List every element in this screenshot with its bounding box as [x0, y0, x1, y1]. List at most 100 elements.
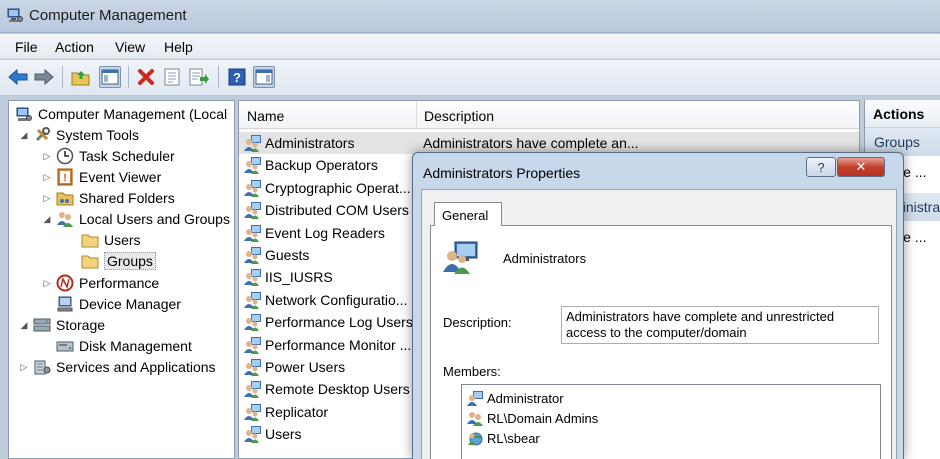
domain-user-icon	[468, 432, 483, 446]
event-viewer-icon: !	[56, 168, 74, 186]
tree-task-scheduler[interactable]: ▷ Task Scheduler	[42, 146, 175, 166]
group-icon	[244, 359, 261, 376]
group-name: Event Log Readers	[265, 224, 385, 241]
group-icon	[244, 426, 261, 444]
group-name: Administrators	[503, 251, 587, 266]
group-icon	[244, 247, 261, 264]
group-name: Distributed COM Users	[265, 202, 409, 219]
description-field[interactable]: Administrators have complete and unrestr…	[561, 306, 879, 344]
collapse-arrow-icon[interactable]: ◢	[19, 130, 29, 141]
group-icon	[244, 314, 261, 332]
folder-icon	[81, 252, 99, 270]
member-item[interactable]: RL\Domain Admins	[467, 409, 598, 427]
tree-users[interactable]: Users	[81, 230, 141, 250]
group-icon	[244, 157, 261, 175]
device-manager-icon	[56, 295, 74, 313]
group-name: Network Configuratio...	[265, 291, 408, 308]
collapse-arrow-icon[interactable]: ◢	[42, 214, 52, 225]
expand-arrow-icon[interactable]: ▷	[42, 151, 52, 162]
tree-storage[interactable]: ◢ Storage	[19, 315, 106, 335]
tree-local-users-groups[interactable]: ◢ Local Users and Groups	[42, 209, 230, 229]
group-users-icon	[467, 412, 483, 426]
properties-icon[interactable]	[161, 66, 183, 88]
users-icon	[56, 210, 74, 228]
collapse-arrow-icon[interactable]: ◢	[19, 320, 29, 331]
tree-device-manager[interactable]: Device Manager	[56, 294, 181, 314]
back-arrow-icon[interactable]	[7, 66, 29, 88]
disk-icon	[56, 337, 74, 355]
expand-arrow-icon[interactable]: ▷	[19, 362, 29, 373]
computer-management-icon	[7, 8, 23, 22]
group-name: Remote Desktop Users	[265, 381, 410, 398]
performance-icon	[56, 274, 74, 292]
menu-action[interactable]: Action	[55, 39, 94, 55]
group-name: Administrators	[265, 135, 355, 151]
folder-icon	[81, 231, 99, 249]
group-name: Backup Operators	[265, 157, 378, 174]
up-folder-icon[interactable]	[70, 66, 92, 88]
group-name: Power Users	[265, 359, 346, 375]
group-name: Performance Monitor ...	[265, 336, 412, 353]
shared-folder-icon	[56, 189, 74, 207]
column-description[interactable]: Description	[424, 108, 494, 124]
group-icon	[244, 381, 261, 399]
group-icon	[244, 403, 261, 421]
tree-performance[interactable]: ▷ Performance	[42, 273, 159, 293]
column-name[interactable]: Name	[247, 108, 284, 124]
member-item[interactable]: Administrator	[467, 389, 564, 407]
group-name: Performance Log Users	[265, 314, 413, 331]
group-name: Replicator	[265, 403, 329, 420]
tree-shared-folders[interactable]: ▷ Shared Folders	[42, 188, 175, 208]
group-icon	[443, 241, 478, 274]
tools-icon	[33, 126, 51, 144]
list-header: Name Description	[239, 101, 859, 129]
tree-disk-management[interactable]: Disk Management	[56, 336, 192, 356]
svg-text:?: ?	[233, 70, 241, 85]
dialog-body: General Administrators Description: Admi…	[421, 189, 897, 459]
expand-arrow-icon[interactable]: ▷	[42, 172, 52, 183]
group-icon	[244, 336, 261, 354]
show-hide-action-pane-icon[interactable]	[253, 66, 275, 88]
expand-arrow-icon[interactable]: ▷	[42, 278, 52, 289]
group-icon	[244, 291, 261, 309]
tree-system-tools[interactable]: ◢ System Tools	[19, 125, 139, 145]
member-item[interactable]: RL\sbear	[467, 429, 540, 447]
tree-event-viewer[interactable]: ▷ ! Event Viewer	[42, 167, 161, 187]
group-icon	[244, 179, 261, 197]
group-name: Guests	[265, 247, 310, 263]
tree-computer-management[interactable]: Computer Management (Local	[15, 104, 227, 124]
members-label: Members:	[443, 364, 501, 379]
toolbar: ?	[0, 60, 940, 96]
group-name: Cryptographic Operat...	[265, 179, 411, 196]
tree-groups[interactable]: Groups	[81, 251, 156, 271]
group-icon	[244, 224, 261, 242]
title-bar: Computer Management	[0, 0, 940, 33]
forward-arrow-icon[interactable]	[33, 66, 55, 88]
computer-management-icon	[15, 105, 33, 123]
tab-general[interactable]: General	[434, 202, 502, 226]
expand-arrow-icon[interactable]: ▷	[42, 193, 52, 204]
menu-help[interactable]: Help	[164, 39, 193, 55]
members-list[interactable]: Administrator RL\Domain Admins RL\sbear	[461, 384, 881, 459]
services-icon	[33, 358, 51, 376]
group-description: Administrators have complete an...	[423, 135, 639, 151]
group-name: IIS_IUSRS	[265, 269, 333, 286]
delete-icon[interactable]	[135, 66, 157, 88]
help-icon[interactable]: ?	[226, 66, 248, 88]
dialog-close-button[interactable]: ✕	[837, 157, 885, 177]
group-name: Users	[265, 426, 302, 443]
dialog-help-button[interactable]: ?	[806, 157, 836, 177]
table-row[interactable]: Administrators Administrators have comple…	[239, 132, 859, 154]
tree-services-applications[interactable]: ▷ Services and Applications	[19, 357, 216, 377]
dialog-title: Administrators Properties	[423, 165, 581, 181]
group-icon	[244, 135, 261, 152]
show-hide-tree-icon[interactable]	[99, 66, 121, 88]
menu-view[interactable]: View	[115, 39, 145, 55]
actions-header: Actions	[865, 100, 940, 128]
window-title: Computer Management	[29, 7, 187, 24]
user-icon	[467, 391, 483, 406]
menu-bar: File Action View Help	[0, 34, 940, 59]
menu-file[interactable]: File	[15, 39, 38, 55]
export-list-icon[interactable]	[188, 66, 210, 88]
administrators-properties-dialog: Administrators Properties ? ✕ General Ad…	[412, 152, 904, 459]
